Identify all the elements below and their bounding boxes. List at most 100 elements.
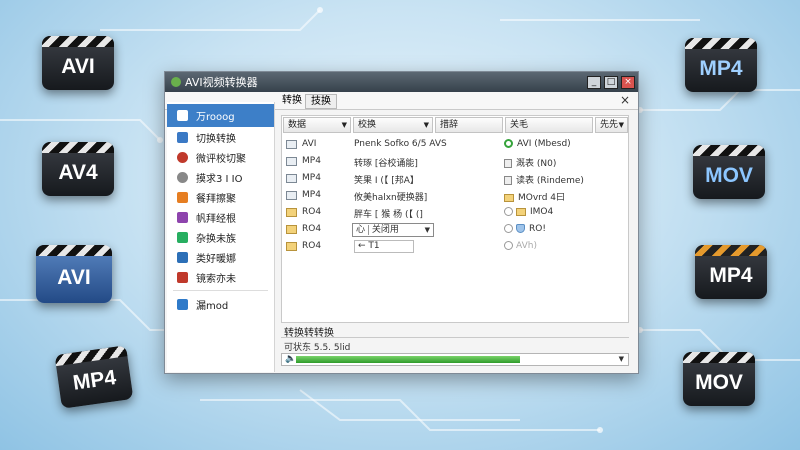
cell-status: IMO4: [504, 207, 553, 217]
cell-status-text: MOvrd 4曰: [518, 193, 566, 203]
sidebar-item-converter[interactable]: 万rooog: [167, 104, 274, 127]
sidebar-item-label: 类好暖娜: [196, 253, 236, 265]
sidebar: 万rooog 切换转换 微评校切聚 摸求3 I IO 餐拜擦聚 帆拜经根 杂换未…: [167, 102, 275, 372]
output-format-select[interactable]: 心 关闭用 ▼: [352, 223, 434, 237]
settings-icon: [177, 171, 188, 183]
progress-section: 转换转转换 可状东 5.5. 5lid 🔈 ▼: [281, 324, 629, 368]
cell-format: RO4: [302, 224, 322, 234]
column-header-close[interactable]: 关毛: [505, 117, 593, 133]
mp4-file-badge: MP4: [54, 345, 134, 409]
chevron-down-icon[interactable]: ▼: [619, 355, 624, 363]
table-row[interactable]: AVI Pnenk Sofko 6/5 AVS AVI (Mbesd): [282, 137, 628, 154]
sidebar-item-mod[interactable]: 漏mod: [167, 294, 274, 314]
column-header-first[interactable]: 先先 ▼: [595, 117, 628, 133]
folder-icon: [286, 242, 297, 251]
check-icon: [504, 139, 513, 148]
mp4-orange-file-badge: MP4: [695, 245, 767, 299]
sidebar-item-film[interactable]: 杂换未族: [167, 227, 274, 247]
table-row[interactable]: RO4 胖车 [ 猴 杨 (【 (] IMO4: [282, 205, 628, 222]
cell-format: AVI: [302, 139, 317, 149]
gift-icon: [177, 191, 188, 203]
sidebar-item-label: 摸求3 I IO: [196, 173, 243, 185]
select-prefix: 心: [356, 225, 366, 235]
column-header-label: 校换: [358, 120, 377, 130]
folder-icon: [286, 225, 297, 234]
speaker-icon[interactable]: 🔈: [285, 354, 296, 364]
av4-file-badge: AV4: [42, 142, 114, 196]
divider: [281, 337, 629, 338]
title-bar[interactable]: AVI视频转换器 _ □ ×: [165, 72, 638, 92]
info-icon: [504, 241, 513, 250]
maximize-button[interactable]: □: [604, 75, 618, 89]
file-icon: [286, 157, 297, 166]
cell-convert: 胖车 [ 猴 杨 (【 (]: [354, 210, 423, 220]
mov-file-badge: MOV: [693, 145, 765, 199]
progress-bar: 🔈 ▼: [281, 353, 629, 366]
table-row[interactable]: MP4 转琢 [谷校诵能] 溉表 (N0): [282, 154, 628, 171]
cell-status-text: 溉表 (N0): [516, 159, 557, 169]
sidebar-item-settings[interactable]: 摸求3 I IO: [167, 167, 274, 187]
cell-status: MOvrd 4曰: [504, 190, 565, 203]
sidebar-item-label: 万rooog: [196, 112, 235, 123]
cell-status-text: AVh): [516, 241, 537, 251]
tabs-close-icon[interactable]: ×: [620, 93, 630, 107]
cell-convert: 攸美halxn硬换器]: [354, 193, 428, 203]
column-header-data[interactable]: 数据 ▼: [283, 117, 351, 133]
converter-window: AVI视频转换器 _ □ × 转换 技换 × 万rooog 切换转换 微评校切聚…: [164, 71, 639, 374]
cell-format: MP4: [302, 156, 321, 166]
file-icon: [286, 191, 297, 200]
sidebar-separator: [173, 290, 268, 291]
sidebar-item-palette[interactable]: 微评校切聚: [167, 147, 274, 167]
mp4-file-badge-top-right: MP4: [685, 38, 757, 92]
file-icon: [286, 140, 297, 149]
cell-convert: 笑果 I (【 [邦A】: [354, 176, 419, 186]
radio-icon[interactable]: [504, 207, 513, 216]
minimize-button[interactable]: _: [587, 75, 601, 89]
sidebar-item-label: 微评校切聚: [196, 153, 246, 165]
cell-status: 溉表 (N0): [504, 156, 556, 169]
table-row[interactable]: RO4 ← T1 AVh): [282, 239, 628, 256]
cell-status: RO!: [504, 224, 546, 234]
sidebar-item-label: 镜索亦未: [196, 273, 236, 285]
table-row[interactable]: MP4 笑果 I (【 [邦A】 读表 (Rindeme): [282, 171, 628, 188]
tab-switch[interactable]: 技换: [305, 94, 337, 109]
converter-icon: [177, 110, 188, 121]
chevron-down-icon: ▼: [424, 226, 430, 234]
sidebar-item-window[interactable]: 类好暖娜: [167, 247, 274, 267]
column-header-label: 数据: [288, 120, 307, 130]
cell-format: MP4: [302, 190, 321, 200]
sidebar-item-gift[interactable]: 餐拜擦聚: [167, 187, 274, 207]
sidebar-item-image[interactable]: 镜索亦未: [167, 267, 274, 287]
column-header-label: 先先: [600, 120, 619, 130]
sidebar-item-label: 切换转换: [196, 133, 236, 145]
file-icon: [286, 174, 297, 183]
table-row[interactable]: MP4 攸美halxn硬换器] MOvrd 4曰: [282, 188, 628, 205]
cell-convert: Pnenk Sofko 6/5 AVS: [354, 139, 447, 149]
close-button[interactable]: ×: [621, 75, 635, 89]
document-icon: [504, 159, 512, 168]
column-header-label: 关毛: [510, 120, 529, 130]
column-header-wording[interactable]: 措辞: [435, 117, 503, 133]
tab-convert[interactable]: 转换: [277, 94, 307, 109]
radio-icon[interactable]: [504, 224, 513, 233]
sort-arrow-icon: ▼: [618, 121, 624, 129]
window-title: AVI视频转换器: [185, 76, 258, 89]
sidebar-item-grid[interactable]: 帆拜经根: [167, 207, 274, 227]
progress-fill: [296, 356, 520, 363]
app-logo-icon: [171, 77, 181, 87]
list-icon: [177, 131, 188, 143]
table-row[interactable]: RO4 心 关闭用 ▼ RO!: [282, 222, 628, 239]
sidebar-item-label: 漏mod: [196, 300, 229, 312]
cell-status-text: IMO4: [530, 207, 554, 217]
mov-file-badge-bottom-right: MOV: [683, 352, 755, 406]
sidebar-item-label: 餐拜擦聚: [196, 193, 236, 205]
column-header-convert[interactable]: 校换 ▼: [353, 117, 433, 133]
film-icon: [177, 231, 188, 243]
rename-field[interactable]: ← T1: [354, 240, 414, 253]
folder-icon: [504, 193, 514, 202]
cell-status: AVI (Mbesd): [504, 139, 571, 149]
progress-status: 可状东 5.5. 5lid: [284, 343, 351, 353]
sidebar-item-switch-convert[interactable]: 切换转换: [167, 127, 274, 147]
sidebar-item-label: 帆拜经根: [196, 213, 236, 225]
cell-convert: 转琢 [谷校诵能]: [354, 159, 418, 169]
